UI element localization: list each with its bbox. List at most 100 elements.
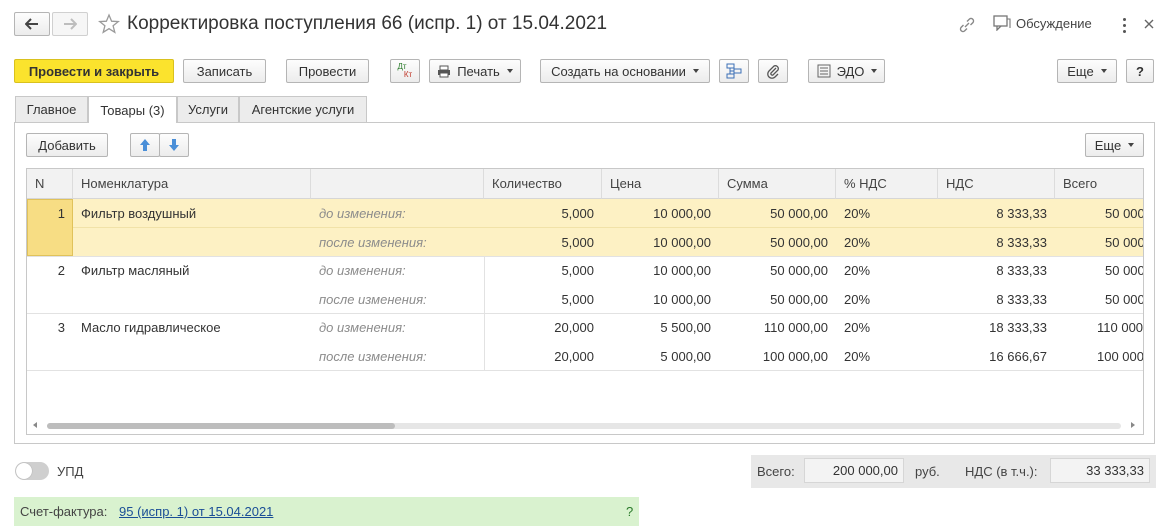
create-based-on-button[interactable]: Создать на основании	[540, 59, 710, 83]
dt-kt-button[interactable]: Дт Кт	[390, 59, 420, 83]
vat-rate-cell[interactable]: 20%	[844, 199, 870, 227]
item-name[interactable]: Масло гидравлическое	[81, 313, 221, 341]
invoice-bar	[14, 497, 639, 526]
total-cell[interactable]: 110 000	[1097, 313, 1143, 341]
edo-button[interactable]: ЭДО	[808, 59, 885, 83]
move-down-button[interactable]	[159, 133, 189, 157]
item-name[interactable]: Фильтр воздушный	[81, 199, 196, 227]
vat-rate-cell[interactable]: 20%	[844, 342, 870, 370]
save-button[interactable]: Записать	[183, 59, 266, 83]
currency-label: руб.	[915, 464, 940, 479]
forward-button[interactable]	[52, 12, 88, 36]
invoice-help-icon[interactable]: ?	[626, 504, 633, 519]
more-vertical-icon[interactable]	[1118, 15, 1130, 35]
col-header-sum[interactable]: Сумма	[719, 169, 836, 199]
discussion-button[interactable]: Обсуждение	[993, 15, 1092, 31]
total-cell[interactable]: 50 000	[1105, 228, 1143, 256]
post-button[interactable]: Провести	[286, 59, 369, 83]
upd-toggle[interactable]	[15, 462, 49, 480]
horizontal-scrollbar-thumb[interactable]	[47, 423, 395, 429]
scroll-left-icon[interactable]	[33, 422, 37, 428]
vat-rate-cell[interactable]: 20%	[844, 228, 870, 256]
chevron-down-icon	[871, 69, 878, 73]
tab-services[interactable]: Услуги	[177, 96, 239, 122]
chevron-down-icon	[692, 69, 699, 73]
col-header-price[interactable]: Цена	[602, 169, 719, 199]
tab-goods[interactable]: Товары (3)	[88, 96, 177, 123]
price-cell[interactable]: 10 000,00	[602, 228, 719, 256]
price-cell[interactable]: 10 000,00	[602, 199, 719, 227]
structure-button[interactable]	[719, 59, 749, 83]
qty-cell[interactable]: 20,000	[484, 313, 602, 341]
attach-button[interactable]	[758, 59, 788, 83]
qty-cell[interactable]: 5,000	[484, 228, 602, 256]
col-header-n[interactable]: N	[27, 169, 73, 199]
more-button[interactable]: Еще	[1057, 59, 1117, 83]
qty-cell[interactable]: 5,000	[484, 285, 602, 313]
back-button[interactable]	[14, 12, 50, 36]
close-icon[interactable]	[1143, 17, 1155, 31]
vat-cell[interactable]: 16 666,67	[938, 342, 1055, 370]
edo-label: ЭДО	[836, 63, 865, 79]
table-more-label: Еще	[1094, 137, 1122, 153]
vat-rate-cell[interactable]: 20%	[844, 256, 870, 284]
total-cell[interactable]: 50 000	[1105, 256, 1143, 284]
vat-rate-cell[interactable]: 20%	[844, 285, 870, 313]
sum-cell[interactable]: 50 000,00	[719, 199, 836, 227]
total-cell[interactable]: 50 000	[1105, 199, 1143, 227]
arrow-down-icon	[169, 139, 179, 151]
favorite-star-icon[interactable]	[97, 13, 121, 35]
create-based-label: Создать на основании	[551, 63, 686, 79]
sum-cell[interactable]: 100 000,00	[719, 342, 836, 370]
vat-cell[interactable]: 8 333,33	[938, 256, 1055, 284]
qty-cell[interactable]: 20,000	[484, 342, 602, 370]
qty-cell[interactable]: 5,000	[484, 199, 602, 227]
scroll-right-icon[interactable]	[1131, 422, 1135, 428]
row-separator	[27, 370, 1143, 371]
total-label: Всего:	[757, 464, 795, 479]
total-cell[interactable]: 100 000	[1097, 342, 1143, 370]
col-header-name[interactable]: Номенклатура	[73, 169, 311, 199]
printer-icon	[438, 65, 451, 77]
col-header-vat-rate[interactable]: % НДС	[836, 169, 938, 199]
move-up-button[interactable]	[130, 133, 160, 157]
vat-cell[interactable]: 18 333,33	[938, 313, 1055, 341]
qty-cell[interactable]: 5,000	[484, 256, 602, 284]
sum-cell[interactable]: 110 000,00	[719, 313, 836, 341]
vat-cell[interactable]: 8 333,33	[938, 285, 1055, 313]
vat-rate-cell[interactable]: 20%	[844, 313, 870, 341]
sum-cell[interactable]: 50 000,00	[719, 285, 836, 313]
vat-cell[interactable]: 8 333,33	[938, 199, 1055, 227]
table-more-button[interactable]: Еще	[1085, 133, 1144, 157]
vat-cell[interactable]: 8 333,33	[938, 228, 1055, 256]
invoice-link[interactable]: 95 (испр. 1) от 15.04.2021	[119, 504, 273, 519]
print-button[interactable]: Печать	[429, 59, 521, 83]
col-header-state[interactable]	[311, 169, 484, 199]
upd-label: УПД	[57, 464, 84, 479]
paperclip-icon	[767, 65, 779, 79]
price-cell[interactable]: 5 500,00	[602, 313, 719, 341]
discussion-label: Обсуждение	[1016, 15, 1092, 31]
row-number[interactable]: 2	[27, 256, 73, 284]
total-cell[interactable]: 50 000	[1105, 285, 1143, 313]
col-header-vat[interactable]: НДС	[938, 169, 1055, 199]
row-number[interactable]: 1	[27, 199, 73, 227]
sum-cell[interactable]: 50 000,00	[719, 228, 836, 256]
item-name[interactable]: Фильтр масляный	[81, 256, 189, 284]
toggle-knob	[16, 463, 32, 479]
price-cell[interactable]: 10 000,00	[602, 285, 719, 313]
col-header-qty[interactable]: Количество	[484, 169, 602, 199]
discussion-icon	[993, 15, 1011, 31]
row-number[interactable]: 3	[27, 313, 73, 341]
help-button[interactable]: ?	[1126, 59, 1154, 83]
add-row-button[interactable]: Добавить	[26, 133, 108, 157]
tab-main[interactable]: Главное	[15, 96, 88, 122]
sum-cell[interactable]: 50 000,00	[719, 256, 836, 284]
price-cell[interactable]: 10 000,00	[602, 256, 719, 284]
tab-agent-services[interactable]: Агентские услуги	[239, 96, 367, 122]
price-cell[interactable]: 5 000,00	[602, 342, 719, 370]
post-and-close-button[interactable]: Провести и закрыть	[14, 59, 174, 83]
link-icon[interactable]	[957, 16, 977, 34]
col-header-total[interactable]: Всего	[1055, 169, 1143, 199]
edo-icon	[817, 64, 831, 78]
